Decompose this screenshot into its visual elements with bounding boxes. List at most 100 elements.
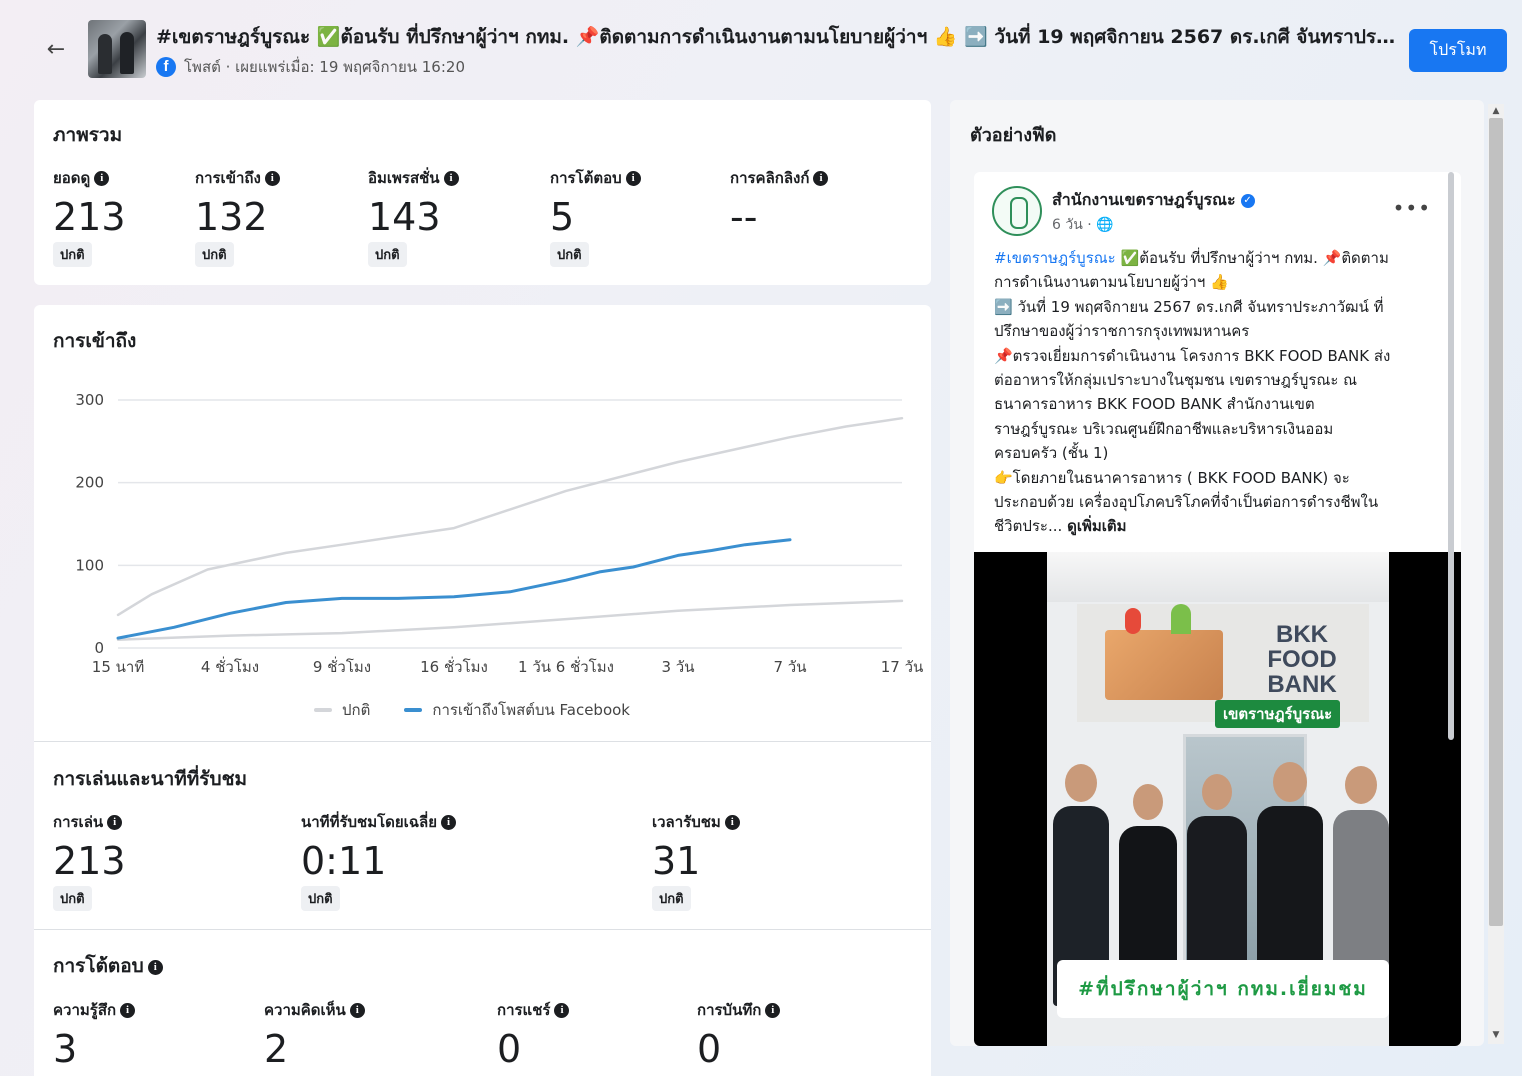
info-icon[interactable]: i	[441, 815, 457, 830]
banner-district-tag: เขตราษฎร์บูรณะ	[1215, 700, 1341, 728]
section-divider	[34, 929, 931, 930]
status-badge: ปกติ	[550, 242, 589, 267]
section-divider	[34, 741, 931, 742]
hashtag-link[interactable]: #เขตราษฎร์บูรณะ	[994, 249, 1116, 267]
verified-icon: ✓	[1240, 193, 1255, 208]
post-line: ✅ต้อนรับ ที่ปรึกษาผู้ว่าฯ กทม. 📌ติดตาม	[1120, 249, 1389, 267]
legend-label: ปกติ	[342, 701, 371, 719]
legend-swatch	[404, 708, 423, 712]
post-meta: f โพสต์ · เผยแพร่เมื่อ: 19 พฤศจิกายน 16:…	[156, 55, 465, 79]
metric-label: การเล่น	[53, 813, 104, 831]
promote-button[interactable]: โปรโมท	[1409, 29, 1507, 72]
info-icon[interactable]: i	[349, 1003, 365, 1018]
reach-title: การเข้าถึง	[53, 330, 137, 352]
overview-title: ภาพรวม	[53, 124, 123, 146]
y-tick-label: 0	[94, 639, 104, 657]
x-tick-label: 7 วัน	[774, 658, 807, 676]
metric-label: นาทีที่รับชมโดยเฉลี่ย	[301, 813, 438, 831]
info-icon[interactable]: i	[554, 1003, 570, 1018]
x-tick-label: 16 ชั่วโมง	[420, 656, 488, 676]
info-icon[interactable]: i	[724, 815, 740, 830]
metric-label: อิมเพรสชั่น	[368, 169, 440, 187]
metric-label: การคลิกลิงก์	[730, 169, 810, 187]
metric-watch-time: เวลารับชม i 31 ปกติ	[652, 810, 740, 911]
post-header: ← #เขตราษฎร์บูรณะ ✅ต้อนรับ ที่ปรึกษาผู้ว…	[0, 0, 1522, 98]
metric-value: 213	[53, 195, 126, 239]
page-avatar[interactable]	[992, 186, 1042, 236]
metric-value: 2	[264, 1027, 289, 1071]
info-icon[interactable]: i	[443, 171, 459, 186]
metric-label: ยอดดู	[53, 169, 91, 187]
info-icon[interactable]: i	[147, 960, 163, 975]
y-tick-label: 200	[75, 474, 104, 492]
info-icon[interactable]: i	[765, 1003, 781, 1018]
metric-reach: การเข้าถึง i 132 ปกติ	[195, 166, 280, 267]
legend-item-baseline[interactable]: ปกติ	[314, 698, 370, 722]
post-line: ชีวิตประ...	[994, 517, 1063, 536]
post-body: #เขตราษฎร์บูรณะ ✅ต้อนรับ ที่ปรึกษาผู้ว่า…	[994, 246, 1444, 539]
metric-reactions: ความรู้สึก i 3	[53, 998, 136, 1070]
arrow-left-icon[interactable]: ←	[42, 36, 70, 64]
feed-preview-title: ตัวอย่างฟีด	[970, 125, 1057, 146]
post-video[interactable]: BKK FOOD BANK เขตราษฎร์บูรณะ #ที่ปรึกษาผ…	[974, 552, 1461, 1046]
feed-scrollbar[interactable]	[1448, 172, 1454, 740]
engagement-heading: การโต้ตอบ i	[53, 951, 163, 981]
legend-swatch	[314, 708, 332, 712]
post-line: ต่ออาหารให้กลุ่มเปราะบางในชุมชน เขตราษฎร…	[994, 371, 1358, 390]
legend-label: การเข้าถึงโพสต์บน Facebook	[432, 701, 630, 719]
x-tick-label: 15 นาที	[92, 658, 144, 676]
legend-item-facebook-reach[interactable]: การเข้าถึงโพสต์บน Facebook	[404, 698, 630, 722]
post-line: ประกอบด้วย เครื่องอุปโภคบริโภคที่จำเป็นต…	[994, 493, 1379, 512]
video-caption: #ที่ปรึกษาผู้ว่าฯ กทม.เยี่ยมชม	[1057, 960, 1389, 1018]
post-line: ราษฎร์บูรณะ บริเวณศูนย์ฝึกอาชีพและบริหาร…	[994, 419, 1334, 438]
feed-post-card: สำนักงานเขตราษฎร์บูรณะ ✓ 6 วัน · 🌐 ••• #เ…	[974, 172, 1461, 1046]
metric-comments: ความคิดเห็น i 2	[264, 998, 365, 1070]
metric-label: การบันทึก	[697, 1001, 762, 1019]
status-badge: ปกติ	[652, 886, 691, 911]
info-icon[interactable]: i	[120, 1003, 136, 1018]
post-meta-text: โพสต์ · เผยแพร่เมื่อ: 19 พฤศจิกายน 16:20	[184, 58, 465, 76]
metric-value: 0	[697, 1027, 722, 1071]
metric-label: ความรู้สึก	[53, 1001, 117, 1019]
info-icon[interactable]: i	[107, 815, 123, 830]
metric-value: 213	[53, 839, 126, 883]
scroll-down-icon[interactable]: ▼	[1489, 1028, 1503, 1042]
status-badge: ปกติ	[53, 242, 92, 267]
info-icon[interactable]: i	[625, 171, 641, 186]
info-icon[interactable]: i	[813, 171, 829, 186]
series-line-facebook-reach[interactable]	[116, 538, 792, 640]
post-line: 👉โดยภายในธนาคารอาหาร ( BKK FOOD BANK) จะ	[994, 468, 1350, 487]
status-badge: ปกติ	[53, 886, 92, 911]
info-icon[interactable]: i	[264, 171, 280, 186]
facebook-icon: f	[156, 57, 176, 77]
metric-value: 143	[368, 195, 441, 239]
series-line-baseline[interactable]	[116, 416, 904, 617]
post-line: ➡️ วันที่ 19 พฤศจิกายน 2567 ดร.เกศี จันท…	[994, 297, 1384, 316]
more-options-icon[interactable]: •••	[1393, 196, 1431, 220]
metric-engagement: การโต้ตอบ i 5 ปกติ	[550, 166, 641, 267]
metric-label: การเข้าถึง	[195, 169, 261, 187]
metric-label: การโต้ตอบ	[550, 169, 622, 187]
metric-value: 132	[195, 195, 268, 239]
metric-label: ความคิดเห็น	[264, 1001, 346, 1019]
page-scrollbar-thumb[interactable]	[1489, 118, 1503, 926]
metric-label: เวลารับชม	[652, 813, 721, 831]
status-badge: ปกติ	[195, 242, 234, 267]
post-time: 6 วัน · 🌐	[1052, 217, 1114, 233]
see-more-link[interactable]: ดูเพิ่มเติม	[1067, 517, 1126, 535]
post-title: #เขตราษฎร์บูรณะ ✅ต้อนรับ ที่ปรึกษาผู้ว่า…	[156, 26, 1396, 48]
post-line: ปรึกษาของผู้ว่าราชการกรุงเทพมหานคร	[994, 322, 1250, 341]
scroll-up-icon[interactable]: ▲	[1489, 104, 1503, 118]
post-line: 📌ตรวจเยี่ยมการดำเนินงาน โครงการ BKK FOOD…	[994, 346, 1391, 365]
engagement-title: การโต้ตอบ	[53, 955, 144, 977]
info-icon[interactable]: i	[94, 171, 110, 186]
page-name[interactable]: สำนักงานเขตราษฎร์บูรณะ ✓	[1052, 188, 1255, 213]
x-tick-label: 4 ชั่วโมง	[201, 656, 259, 676]
series-line-baseline[interactable]	[116, 599, 904, 641]
y-tick-label: 100	[75, 556, 104, 574]
page-name-text: สำนักงานเขตราษฎร์บูรณะ	[1052, 190, 1236, 209]
status-badge: ปกติ	[301, 886, 340, 911]
metric-saves: การบันทึก i 0	[697, 998, 781, 1071]
post-line: ครอบครัว (ชั้น 1)	[994, 444, 1109, 463]
metric-value: 0	[497, 1027, 522, 1071]
